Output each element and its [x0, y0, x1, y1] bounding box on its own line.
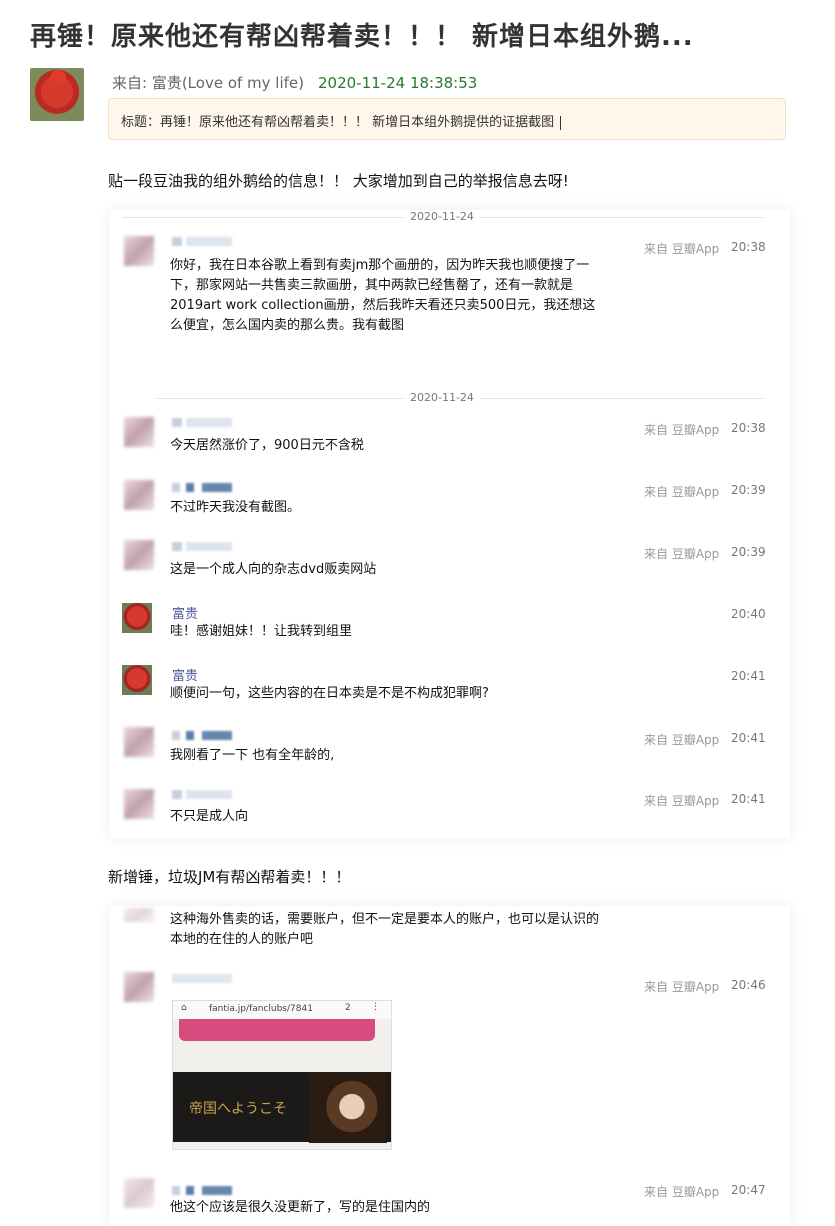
- tabs-icon: 2: [345, 1003, 351, 1013]
- pink-banner: [179, 1019, 375, 1041]
- character-portrait: [309, 1073, 387, 1143]
- date-label: 2020-11-24: [404, 210, 480, 223]
- post-title: 再锤！原来他还有帮凶帮着卖！！！ 新增日本组外鹅...: [30, 22, 694, 52]
- post-time: 2020-11-24 18:38:53: [318, 74, 478, 92]
- sender-name: 富贵: [172, 669, 199, 684]
- message-time: 20:39: [731, 483, 766, 497]
- message-time: 20:38: [731, 421, 766, 435]
- sender-avatar-fugui: [122, 665, 152, 695]
- message-source: 来自 豆瓣App: [644, 242, 720, 256]
- santa-hat-icon: [50, 70, 66, 82]
- sender-name: [172, 974, 232, 983]
- url-text: fantia.jp/fanclubs/7841: [209, 1004, 313, 1014]
- sender-avatar: [124, 480, 154, 510]
- sender-name: [172, 418, 232, 427]
- sender-avatar-fugui: [122, 603, 152, 633]
- sender-avatar: [124, 972, 154, 1002]
- sender-avatar: [124, 727, 154, 757]
- message-time: 20:41: [731, 669, 766, 683]
- browser-url-bar: ⌂ fantia.jp/fanclubs/7841 2 ⋮: [173, 1001, 391, 1019]
- message-text: 顺便问一句，这些内容的在日本卖是不是不构成犯罪啊?: [170, 686, 489, 701]
- message-time: 20:47: [731, 1183, 766, 1197]
- menu-icon: ⋮: [371, 1002, 380, 1012]
- sender-avatar: [124, 789, 154, 819]
- sender-avatar: [124, 540, 154, 570]
- message-source: 来自 豆瓣App: [644, 980, 720, 994]
- sender-name: [172, 731, 232, 740]
- sender-name: [172, 542, 232, 551]
- sender-name: 富贵: [172, 607, 199, 622]
- home-icon: ⌂: [181, 1003, 187, 1013]
- author-link[interactable]: 来自: 富贵(Love of my life): [112, 74, 304, 92]
- message-text: 不只是成人向: [170, 809, 249, 824]
- message-text: 我刚看了一下 也有全年龄的,: [170, 748, 335, 763]
- sender-avatar: [124, 236, 154, 266]
- post-meta: 来自: 富贵(Love of my life) 2020-11-24 18:38:…: [112, 72, 477, 93]
- message-source: 来自 豆瓣App: [644, 733, 720, 747]
- sender-name: [172, 483, 232, 492]
- message-time: 20:41: [731, 731, 766, 745]
- message-source: 来自 豆瓣App: [644, 547, 720, 561]
- date-label: 2020-11-24: [404, 391, 480, 404]
- sender-avatar: [124, 908, 154, 922]
- message-source: 来自 豆瓣App: [644, 423, 720, 437]
- message-time: 20:39: [731, 545, 766, 559]
- subject-text: 标题：再锤！原来他还有帮凶帮着卖！！！ 新增日本组外鹅提供的证据截图: [121, 115, 555, 130]
- sender-name: [172, 237, 232, 246]
- sender-avatar: [124, 1178, 154, 1208]
- message-text: 不过昨天我没有截图。: [170, 500, 301, 515]
- attached-image[interactable]: ⌂ fantia.jp/fanclubs/7841 2 ⋮ 帝国へようこそ: [172, 1000, 392, 1150]
- message-text: 这是一个成人向的杂志dvd贩卖网站: [170, 562, 377, 577]
- message-time: 20:46: [731, 978, 766, 992]
- message-text: 这种海外售卖的话，需要账户，但不一定是要本人的账户，也可以是认识的本地的在住的人…: [170, 912, 600, 947]
- message-time: 20:38: [731, 240, 766, 254]
- banner-text: 帝国へようこそ: [189, 1101, 287, 1117]
- message-text: 今天居然涨价了，900日元不含税: [170, 438, 364, 453]
- message-text: 哇！感谢姐妹！！让我转到组里: [170, 624, 353, 639]
- message-source: 来自 豆瓣App: [644, 1185, 720, 1199]
- message-source: 来自 豆瓣App: [644, 794, 720, 808]
- message-text: 你好，我在日本谷歌上看到有卖jm那个画册的，因为昨天我也顺便搜了一下，那家网站一…: [170, 258, 596, 333]
- text-cursor: [560, 115, 562, 130]
- sender-name: [172, 1186, 232, 1195]
- author-avatar[interactable]: [30, 68, 84, 121]
- message-source: 来自 豆瓣App: [644, 485, 720, 499]
- body-paragraph-1: 贴一段豆油我的组外鹅给的信息！！ 大家增加到自己的举报信息去呀!: [108, 172, 569, 190]
- message-text: 他这个应该是很久没更新了，写的是住国内的: [170, 1200, 431, 1215]
- sender-name: [172, 790, 232, 799]
- message-time: 20:41: [731, 792, 766, 806]
- subject-box: 标题：再锤！原来他还有帮凶帮着卖！！！ 新增日本组外鹅提供的证据截图: [108, 98, 786, 140]
- body-paragraph-2: 新增锤，垃圾JM有帮凶帮着卖！！！: [108, 868, 351, 886]
- sender-avatar: [124, 417, 154, 447]
- message-time: 20:40: [731, 607, 766, 621]
